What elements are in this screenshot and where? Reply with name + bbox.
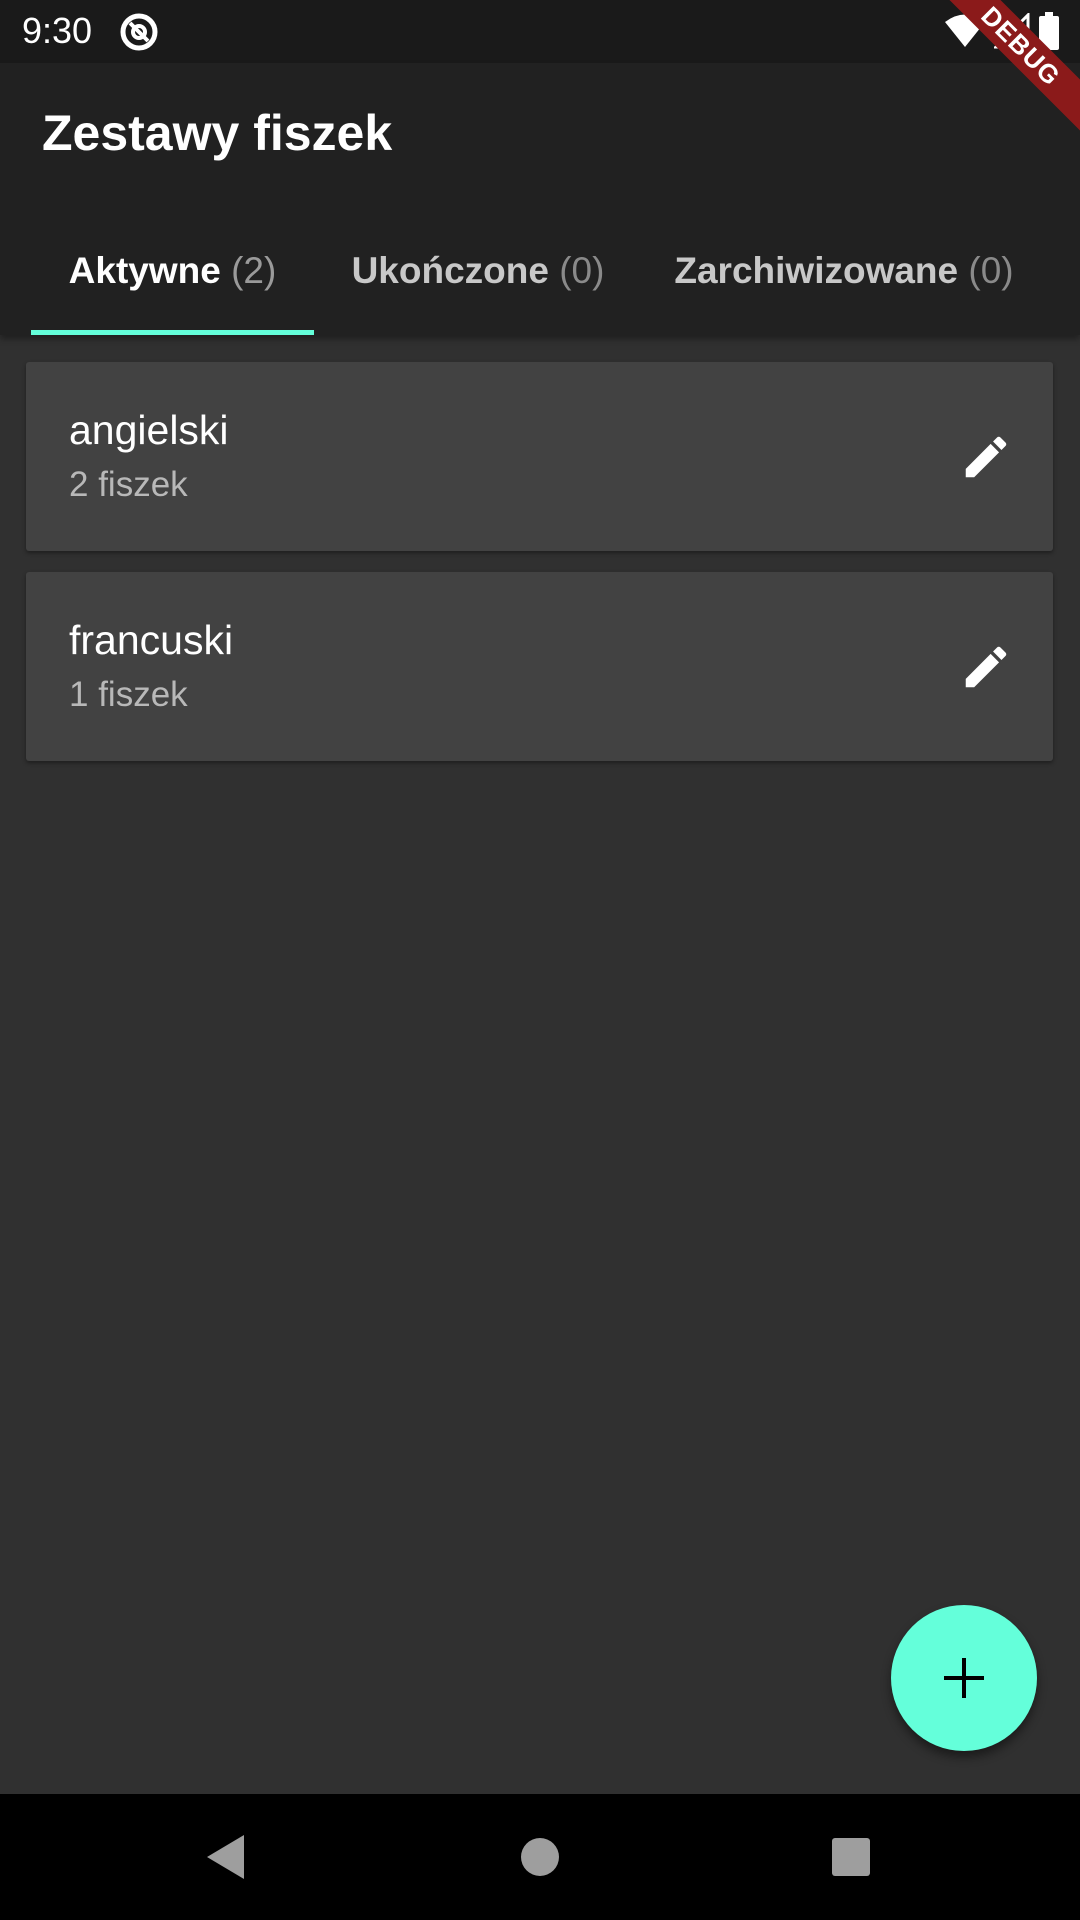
page-title: Zestawy fiszek [42,105,393,161]
tab-label: Ukończone [351,249,549,291]
set-name: francuski [69,617,234,663]
add-set-button[interactable] [891,1605,1037,1751]
list-item[interactable]: angielski 2 fiszek [26,362,1053,551]
app-notification-icon [120,13,158,51]
set-card-count: 2 fiszek [69,465,188,504]
tab-count: (0) [559,249,605,291]
screen: 9:30 DEBUG Zestawy fiszek Aktywne (2) Uk… [0,0,1080,1920]
status-bar: 9:30 [0,0,1080,63]
tab-count: (2) [231,249,277,291]
edit-button[interactable] [955,636,1017,698]
nav-home-button[interactable] [507,1824,573,1890]
set-name: angielski [69,407,229,453]
system-nav-bar [0,1794,1080,1920]
tab-label: Aktywne [68,249,221,291]
tab-label: Zarchiwizowane [674,249,959,291]
app-bar: Zestawy fiszek Aktywne (2) Ukończone (0)… [0,63,1080,335]
nav-recents-button[interactable] [818,1824,884,1890]
tab-completed[interactable]: Ukończone (0) [320,206,636,335]
plus-icon [944,1658,984,1698]
status-time: 9:30 [22,10,93,51]
set-card-count: 1 fiszek [69,675,188,714]
tab-indicator [31,330,314,335]
nav-back-button[interactable] [193,1824,259,1890]
tab-active[interactable]: Aktywne (2) [31,206,314,335]
square-recents-icon [832,1838,870,1876]
circle-home-icon [521,1838,559,1876]
triangle-back-icon [207,1835,244,1879]
tab-archived[interactable]: Zarchiwizowane (0) [660,206,1028,335]
pencil-icon [965,646,1007,688]
tab-count: (0) [968,249,1014,291]
tab-bar: Aktywne (2) Ukończone (0) Zarchiwizowane… [0,206,1080,335]
pencil-icon [965,436,1007,478]
edit-button[interactable] [955,426,1017,488]
list-item[interactable]: francuski 1 fiszek [26,572,1053,761]
